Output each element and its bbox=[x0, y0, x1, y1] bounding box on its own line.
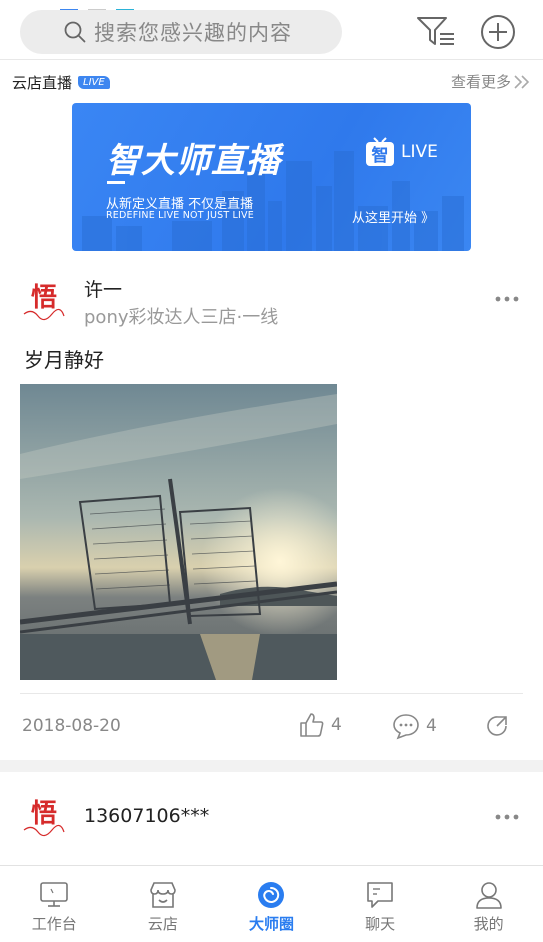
shop-icon bbox=[150, 882, 176, 908]
see-more-label: 查看更多 bbox=[450, 73, 511, 91]
post-author-name[interactable]: 许一 bbox=[84, 275, 122, 302]
more-options-icon[interactable] bbox=[494, 813, 520, 821]
like-count: 4 bbox=[331, 715, 342, 735]
post-author-name[interactable]: 13607106*** bbox=[84, 805, 209, 827]
banner-title: 智大师直播 bbox=[106, 141, 281, 181]
banner-subtitle-en: REDEFINE LIVE NOT JUST LIVE bbox=[106, 210, 254, 221]
banner-live-text: LIVE bbox=[401, 142, 438, 162]
comment-count: 4 bbox=[426, 716, 437, 736]
banner-live-label: 智 LIVE bbox=[365, 137, 438, 167]
svg-text:悟: 悟 bbox=[31, 799, 57, 829]
tab-label: 云店 bbox=[147, 915, 178, 933]
share-icon bbox=[487, 716, 507, 736]
circle-icon bbox=[258, 882, 285, 908]
share-button[interactable] bbox=[484, 712, 518, 740]
tv-icon: 智 bbox=[366, 137, 394, 166]
see-more-link[interactable]: 查看更多 bbox=[451, 71, 531, 92]
live-section-title: 云店直播 bbox=[12, 73, 73, 92]
section-separator bbox=[0, 760, 543, 772]
avatar[interactable]: 悟 bbox=[20, 794, 68, 842]
post-text: 岁月静好 bbox=[24, 348, 104, 372]
more-options-icon[interactable] bbox=[494, 295, 520, 303]
sunset-pier-photo bbox=[20, 384, 337, 680]
like-button[interactable]: 4 bbox=[299, 712, 342, 738]
tv-glyph: 智 bbox=[372, 145, 389, 166]
live-banner[interactable]: 智大师直播 从新定义直播 不仅是直播 REDEFINE LIVE NOT JUS… bbox=[72, 103, 471, 251]
search-icon bbox=[64, 21, 86, 43]
tab-label: 大师圈 bbox=[248, 915, 294, 933]
comment-icon bbox=[393, 714, 419, 740]
live-badge: LIVE bbox=[78, 75, 110, 89]
post-image[interactable] bbox=[20, 384, 337, 680]
tab-mine[interactable]: 我的 bbox=[434, 866, 543, 942]
tab-workbench[interactable]: 工作台 bbox=[0, 866, 109, 942]
user-icon bbox=[475, 882, 502, 909]
bottom-tab-bar: 工作台 云店 大师圈 聊天 我的 bbox=[0, 865, 543, 942]
filter-icon[interactable] bbox=[416, 14, 456, 50]
avatar[interactable]: 悟 bbox=[20, 278, 68, 326]
search-placeholder: 搜索您感兴趣的内容 bbox=[94, 21, 292, 45]
status-bar-sliver bbox=[60, 0, 180, 15]
divider bbox=[0, 59, 543, 60]
tab-label: 工作台 bbox=[31, 915, 77, 933]
tab-chat[interactable]: 聊天 bbox=[326, 866, 435, 942]
top-bar: 搜索您感兴趣的内容 bbox=[0, 8, 543, 56]
tab-label: 我的 bbox=[473, 915, 504, 933]
divider bbox=[20, 693, 523, 694]
tab-label: 聊天 bbox=[365, 915, 396, 933]
tab-master-circle[interactable]: 大师圈 bbox=[217, 866, 326, 942]
tab-shop[interactable]: 云店 bbox=[109, 866, 218, 942]
thumbs-up-icon bbox=[300, 713, 324, 737]
post-date: 2018-08-20 bbox=[22, 716, 121, 736]
comment-button[interactable]: 4 bbox=[392, 712, 437, 740]
chat-icon bbox=[367, 882, 393, 908]
banner-start-link[interactable]: 从这里开始 》 bbox=[352, 207, 434, 226]
post-author-shop: pony彩妆达人三店·一线 bbox=[84, 307, 279, 328]
banner-accent-bar bbox=[107, 181, 125, 184]
add-icon[interactable] bbox=[480, 14, 516, 50]
search-input[interactable]: 搜索您感兴趣的内容 bbox=[20, 10, 342, 54]
live-section-header: 云店直播 LIVE 查看更多 bbox=[12, 70, 531, 94]
monitor-icon bbox=[40, 882, 69, 907]
double-chevron-right-icon bbox=[514, 74, 530, 89]
svg-text:悟: 悟 bbox=[31, 283, 57, 313]
